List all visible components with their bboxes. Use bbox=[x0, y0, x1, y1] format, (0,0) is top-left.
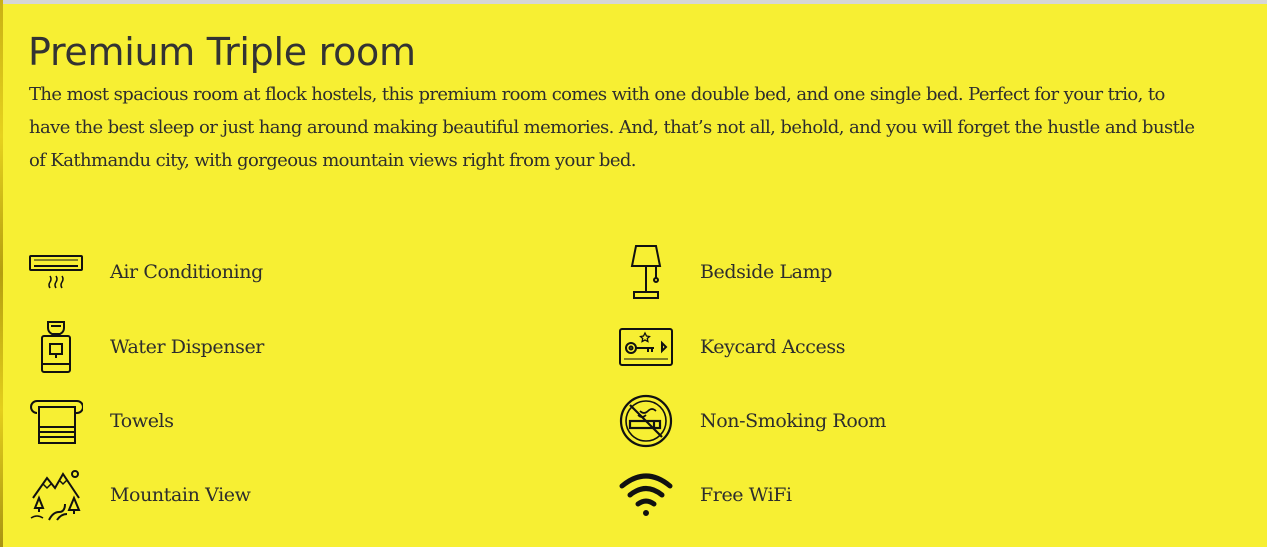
amenity-label: Air Conditioning bbox=[110, 261, 263, 283]
amenity-bedside-lamp: Bedside Lamp bbox=[618, 244, 832, 300]
keycard-icon bbox=[618, 319, 674, 375]
water-dispenser-icon bbox=[28, 319, 84, 375]
amenity-keycard-access: Keycard Access bbox=[618, 319, 845, 375]
lamp-icon bbox=[618, 244, 674, 300]
left-edge-decoration bbox=[0, 0, 3, 547]
amenity-label: Non-Smoking Room bbox=[700, 410, 887, 432]
amenity-label: Free WiFi bbox=[700, 484, 792, 506]
amenity-mountain-view: Mountain View bbox=[28, 467, 251, 523]
top-border bbox=[0, 0, 1267, 4]
amenity-label: Keycard Access bbox=[700, 336, 846, 358]
air-conditioner-icon bbox=[28, 244, 84, 300]
amenity-towels: Towels bbox=[28, 393, 174, 449]
amenity-air-conditioning: Air Conditioning bbox=[28, 244, 263, 300]
amenity-free-wifi: Free WiFi bbox=[618, 467, 792, 523]
no-smoking-icon bbox=[618, 393, 674, 449]
room-title: Premium Triple room bbox=[28, 30, 416, 74]
amenity-label: Towels bbox=[110, 410, 174, 432]
mountain-view-icon bbox=[28, 467, 84, 523]
amenity-label: Water Dispenser bbox=[110, 336, 264, 358]
towel-icon bbox=[28, 393, 84, 449]
amenity-label: Mountain View bbox=[110, 484, 251, 506]
room-description: The most spacious room at flock hostels,… bbox=[29, 84, 1195, 171]
wifi-icon bbox=[618, 467, 674, 523]
amenity-non-smoking-room: Non-Smoking Room bbox=[618, 393, 886, 449]
amenity-water-dispenser: Water Dispenser bbox=[28, 319, 264, 375]
amenity-label: Bedside Lamp bbox=[700, 261, 832, 283]
